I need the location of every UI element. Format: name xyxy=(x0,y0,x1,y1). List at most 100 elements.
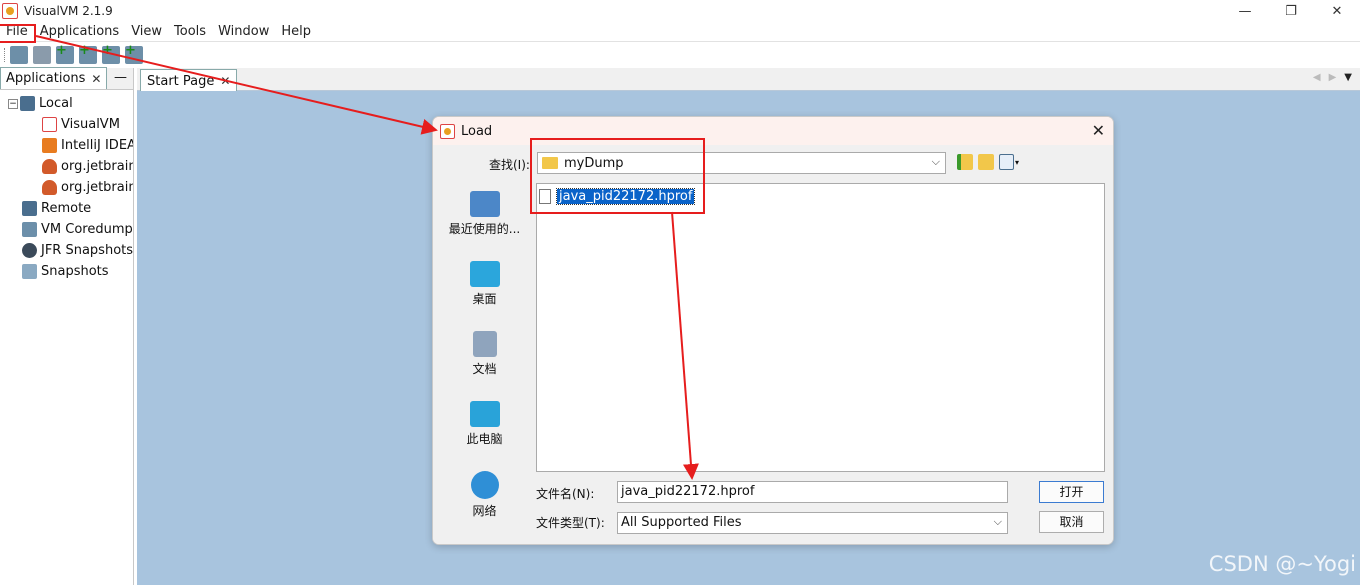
collapse-icon[interactable]: − xyxy=(8,98,18,109)
add-remote-host-icon[interactable] xyxy=(79,43,97,64)
places-bar: 最近使用的... 桌面 文档 此电脑 网络 xyxy=(441,183,528,538)
annotation-box-file-selection xyxy=(530,138,705,214)
menu-view[interactable]: View xyxy=(125,24,168,39)
desktop-icon xyxy=(469,261,500,287)
minimize-button[interactable]: — xyxy=(1222,0,1268,22)
file-list: java_pid22172.hprof xyxy=(536,183,1105,472)
place-label: 桌面 xyxy=(472,292,497,306)
java-icon xyxy=(42,159,57,174)
place-network[interactable]: 网络 xyxy=(441,471,528,519)
tree-node-intellij[interactable]: IntelliJ IDEA xyxy=(0,135,133,156)
place-documents[interactable]: 文档 xyxy=(441,331,528,377)
tab-start-page[interactable]: Start Page ✕ xyxy=(140,69,238,92)
menu-tools[interactable]: Tools xyxy=(168,24,212,39)
tree-label: VisualVM xyxy=(61,117,120,132)
place-label: 文档 xyxy=(472,362,497,376)
tree-node-remote[interactable]: Remote xyxy=(0,198,133,219)
java-icon xyxy=(42,180,57,195)
view-menu-icon[interactable] xyxy=(999,154,1014,170)
visualvm-icon xyxy=(42,117,57,132)
start-page-tab-label: Start Page xyxy=(147,73,215,89)
tab-navigation: ◀ ▶ ▼ xyxy=(1305,72,1352,83)
main-tabbar: Start Page ✕ ◀ ▶ ▼ xyxy=(137,68,1360,92)
menu-bar: File Applications View Tools Window Help xyxy=(0,22,1360,42)
scroll-left-icon[interactable]: ◀ xyxy=(1313,72,1321,83)
scroll-right-icon[interactable]: ▶ xyxy=(1329,72,1337,83)
menu-help[interactable]: Help xyxy=(275,24,317,39)
computer-icon xyxy=(20,96,35,111)
file-type-label: 文件类型(T): xyxy=(536,516,605,530)
add-jmx-connection-icon[interactable] xyxy=(56,43,74,64)
tree-node-snapshots[interactable]: Snapshots xyxy=(0,261,133,282)
close-icon[interactable]: ✕ xyxy=(91,72,101,86)
tree-node-jfr[interactable]: JFR Snapshots xyxy=(0,240,133,261)
visualvm-app-icon xyxy=(2,3,18,19)
add-snapshot-icon[interactable] xyxy=(125,43,143,64)
close-button[interactable]: ✕ xyxy=(1314,0,1360,22)
snapshots-icon xyxy=(22,264,37,279)
tree-node-coredumps[interactable]: VM Coredumps xyxy=(0,219,133,240)
title-bar: VisualVM 2.1.9 — ❐ ✕ xyxy=(0,0,1360,22)
window-title: VisualVM 2.1.9 xyxy=(24,4,113,18)
place-this-pc[interactable]: 此电脑 xyxy=(441,401,528,447)
file-name-label: 文件名(N): xyxy=(536,487,595,501)
place-label: 网络 xyxy=(472,504,497,518)
place-label: 此电脑 xyxy=(466,432,503,446)
tree-node-jetbrains-2[interactable]: org.jetbrains xyxy=(0,177,133,198)
menu-applications[interactable]: Applications xyxy=(34,24,125,39)
view-dropdown-icon[interactable]: ▾ xyxy=(1015,158,1019,167)
jfr-icon xyxy=(22,243,37,258)
tree-label: org.jetbrains xyxy=(61,159,133,174)
applications-panel: Applications ✕ — − Local VisualVM Intell… xyxy=(0,67,134,585)
intellij-icon xyxy=(42,138,57,153)
applications-tree: − Local VisualVM IntelliJ IDEA org.jetbr… xyxy=(0,90,133,282)
tree-label-coredumps: VM Coredumps xyxy=(41,222,133,237)
add-coredump-icon[interactable] xyxy=(102,43,120,64)
documents-icon xyxy=(472,331,497,357)
open-button[interactable]: 打开 xyxy=(1039,481,1104,503)
file-name-input[interactable]: java_pid22172.hprof xyxy=(617,481,1008,503)
new-folder-icon[interactable] xyxy=(978,154,994,170)
place-desktop[interactable]: 桌面 xyxy=(441,261,528,307)
tree-node-visualvm[interactable]: VisualVM xyxy=(0,114,133,135)
close-icon[interactable]: ✕ xyxy=(220,74,230,88)
file-chooser-tools: ▾ xyxy=(957,154,1019,170)
tree-label: IntelliJ IDEA xyxy=(61,138,133,153)
tree-label-local: Local xyxy=(39,96,73,111)
watermark: CSDN @~Yogi xyxy=(1208,552,1356,576)
applications-tabbar: Applications ✕ — xyxy=(0,67,133,90)
place-label: 最近使用的... xyxy=(448,222,521,236)
up-folder-icon[interactable] xyxy=(957,154,973,170)
annotation-box-file-menu xyxy=(0,24,36,43)
save-icon[interactable] xyxy=(33,46,51,64)
load-snapshot-icon[interactable] xyxy=(10,46,28,64)
applications-tab-label: Applications xyxy=(6,71,86,86)
dialog-close-button[interactable]: ✕ xyxy=(1092,121,1105,140)
applications-tab[interactable]: Applications ✕ xyxy=(0,67,108,89)
menu-window[interactable]: Window xyxy=(212,24,275,39)
recent-items-icon xyxy=(469,191,500,217)
tab-list-icon[interactable]: ▼ xyxy=(1344,72,1352,83)
tree-label: org.jetbrains xyxy=(61,180,133,195)
place-recent[interactable]: 最近使用的... xyxy=(441,191,528,237)
network-globe-icon xyxy=(470,471,499,499)
maximize-button[interactable]: ❐ xyxy=(1268,0,1314,22)
tree-node-local[interactable]: − Local xyxy=(0,93,133,114)
network-icon xyxy=(22,201,37,216)
minimize-panel-button[interactable]: — xyxy=(114,70,127,85)
toolbar-grip xyxy=(4,48,6,62)
chevron-down-icon[interactable]: ⌵ xyxy=(994,515,1002,529)
chevron-down-icon[interactable]: ⌵ xyxy=(932,155,940,169)
tree-label-jfr: JFR Snapshots xyxy=(41,243,133,258)
coredump-icon xyxy=(22,222,37,237)
cancel-button[interactable]: 取消 xyxy=(1039,511,1104,533)
visualvm-app-icon xyxy=(440,123,455,139)
tree-node-jetbrains-1[interactable]: org.jetbrains xyxy=(0,156,133,177)
window-controls: — ❐ ✕ xyxy=(1222,0,1360,22)
file-type-select[interactable]: All Supported Files ⌵ xyxy=(617,512,1008,534)
file-type-value: All Supported Files xyxy=(621,515,742,530)
tree-label-remote: Remote xyxy=(41,201,92,216)
tree-label-snapshots: Snapshots xyxy=(41,264,109,279)
computer-icon xyxy=(469,401,500,427)
dialog-title: Load xyxy=(461,123,493,139)
